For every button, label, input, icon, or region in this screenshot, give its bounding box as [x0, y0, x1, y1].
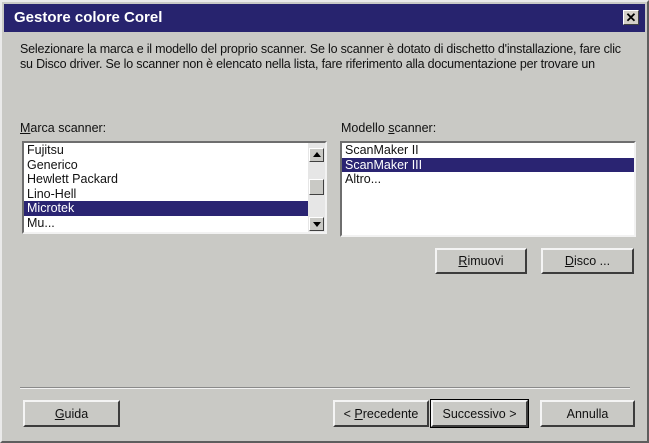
next-button[interactable]: Successivo > [430, 399, 529, 428]
brand-list-items: Fujitsu Generico Hewlett Packard Lino-Hell M… [24, 143, 325, 230]
close-button[interactable]: ✕ [623, 10, 639, 25]
list-item[interactable]: ScanMaker II [342, 143, 634, 158]
list-item[interactable]: ScanMaker III [342, 157, 634, 172]
remove-button[interactable]: Rimuovi [435, 248, 527, 274]
scroll-thumb[interactable] [309, 179, 324, 195]
list-item[interactable]: Lino-Hell [24, 187, 325, 202]
list-item[interactable]: Mu... [24, 216, 325, 231]
help-button[interactable]: Guida [23, 400, 120, 427]
model-list-items: ScanMaker II ScanMaker III Altro... [342, 143, 634, 187]
list-item[interactable]: Fujitsu [24, 143, 325, 158]
close-icon: ✕ [625, 10, 637, 25]
list-item[interactable]: Hewlett Packard [24, 172, 325, 187]
window-title: Gestore colore Corel [14, 9, 163, 26]
list-item[interactable]: Generico [24, 158, 325, 173]
disk-driver-button[interactable]: Disco ... [541, 248, 634, 274]
model-list-label: Modello scanner: [341, 121, 437, 135]
scroll-down-button[interactable] [309, 217, 324, 231]
instructions-text: Selezionare la marca e il modello del pr… [20, 42, 621, 71]
title-bar[interactable]: Gestore colore Corel ✕ [4, 4, 645, 32]
dialog-window: Gestore colore Corel ✕ Selezionare la ma… [0, 0, 649, 443]
scroll-up-button[interactable] [309, 148, 324, 162]
arrow-down-icon [313, 222, 321, 227]
model-listbox[interactable]: ScanMaker II ScanMaker III Altro... [340, 141, 636, 237]
list-item[interactable]: Microtek [24, 201, 325, 216]
brand-listbox[interactable]: Fujitsu Generico Hewlett Packard Lino-Hell M… [22, 141, 327, 234]
separator-line [20, 387, 630, 389]
brand-scrollbar[interactable] [308, 143, 325, 232]
brand-list-label: Marca scanner: [20, 121, 107, 135]
list-item[interactable]: Altro... [342, 172, 634, 187]
arrow-up-icon [313, 152, 321, 157]
back-button[interactable]: < Precedente [333, 400, 429, 427]
cancel-button[interactable]: Annulla [540, 400, 635, 427]
